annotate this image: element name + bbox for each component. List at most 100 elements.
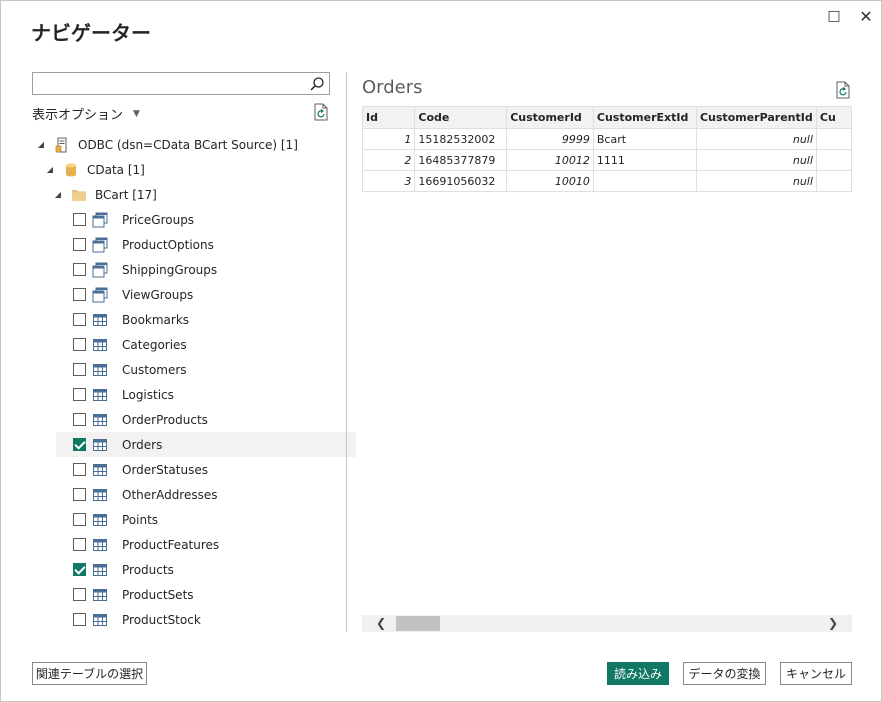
- item-checkbox[interactable]: [73, 288, 86, 301]
- tree-node-label: CData [1]: [87, 162, 145, 177]
- tree-item-label: Points: [122, 512, 159, 527]
- table-cell: 1111: [592, 149, 697, 171]
- tree-item-orders[interactable]: Orders: [56, 432, 356, 457]
- tree-node-database[interactable]: ◢ CData [1]: [45, 157, 145, 182]
- item-checkbox[interactable]: [73, 613, 86, 626]
- item-checkbox[interactable]: [73, 438, 86, 451]
- table-cell: 9999: [506, 128, 594, 150]
- preview-table: Id Code CustomerId CustomerExtId CustomerPar…: [362, 106, 852, 192]
- item-checkbox[interactable]: [73, 463, 86, 476]
- item-checkbox[interactable]: [73, 513, 86, 526]
- table-icon: [93, 438, 107, 451]
- item-checkbox[interactable]: [73, 213, 86, 226]
- tree-item-logistics[interactable]: Logistics: [56, 382, 356, 407]
- dialog-title: ナビゲーター: [31, 21, 151, 45]
- item-checkbox[interactable]: [73, 563, 86, 576]
- table-cell: [815, 149, 852, 171]
- tree-item-customers[interactable]: Customers: [56, 357, 356, 382]
- expand-arrow-icon[interactable]: ◢: [45, 165, 55, 174]
- tree-item-bookmarks[interactable]: Bookmarks: [56, 307, 356, 332]
- item-checkbox[interactable]: [73, 363, 86, 376]
- column-header[interactable]: Code: [414, 106, 508, 129]
- table-cell: 1: [362, 128, 416, 150]
- tree-item-categories[interactable]: Categories: [56, 332, 356, 357]
- column-header[interactable]: Cu: [815, 106, 852, 129]
- table-cell: [815, 128, 852, 150]
- panel-divider[interactable]: [346, 72, 347, 632]
- tree-item-otheraddresses[interactable]: OtherAddresses: [56, 482, 356, 507]
- tree-item-productoptions[interactable]: ProductOptions: [56, 232, 356, 257]
- expand-arrow-icon[interactable]: ◢: [53, 190, 63, 199]
- tree-item-orderproducts[interactable]: OrderProducts: [56, 407, 356, 432]
- display-options-dropdown[interactable]: 表示オプション ▼: [32, 104, 140, 123]
- related-tables-button[interactable]: 関連テーブルの選択: [32, 662, 147, 685]
- tree-item-viewgroups[interactable]: ViewGroups: [56, 282, 356, 307]
- tree-item-label: ProductStock: [122, 612, 201, 627]
- refresh-preview-icon[interactable]: [835, 81, 851, 99]
- tree-item-pricegroups[interactable]: PriceGroups: [56, 207, 356, 232]
- table-icon: [93, 488, 107, 501]
- display-options-label: 表示オプション: [32, 108, 124, 123]
- item-checkbox[interactable]: [73, 588, 86, 601]
- table-cell: 15182532002: [414, 128, 508, 150]
- horizontal-scrollbar[interactable]: ❮ ❯: [362, 615, 852, 632]
- item-checkbox[interactable]: [73, 313, 86, 326]
- item-checkbox[interactable]: [73, 388, 86, 401]
- item-checkbox[interactable]: [73, 538, 86, 551]
- scroll-right-icon[interactable]: ❯: [828, 616, 838, 630]
- view-icon: [92, 287, 108, 302]
- tree-node-source[interactable]: ◢ ODBC (dsn=CData BCart Source) [1]: [36, 132, 298, 157]
- scroll-thumb[interactable]: [396, 616, 440, 631]
- tree-node-schema[interactable]: ◢ BCart [17]: [53, 182, 157, 207]
- tree-item-label: Customers: [122, 362, 187, 377]
- view-icon: [92, 237, 108, 252]
- table-icon: [93, 538, 107, 551]
- column-header[interactable]: CustomerParentId: [695, 106, 817, 129]
- table-cell: null: [695, 149, 817, 171]
- navigator-dialog: □ ✕ ナビゲーター 表示オプション ▼ ◢ ODBC (dsn=CData B…: [0, 0, 882, 702]
- column-header[interactable]: CustomerId: [506, 106, 594, 129]
- table-cell: [815, 170, 852, 192]
- item-checkbox[interactable]: [73, 238, 86, 251]
- tree-item-orderstatuses[interactable]: OrderStatuses: [56, 457, 356, 482]
- column-header[interactable]: CustomerExtId: [592, 106, 697, 129]
- tree-item-label: OrderStatuses: [122, 462, 208, 477]
- table-icon: [93, 588, 107, 601]
- table-cell: 10010: [506, 170, 594, 192]
- tree-item-points[interactable]: Points: [56, 507, 356, 532]
- tree-item-productfeatures[interactable]: ProductFeatures: [56, 532, 356, 557]
- close-icon[interactable]: ✕: [856, 7, 876, 26]
- scroll-left-icon[interactable]: ❮: [376, 616, 386, 630]
- column-header[interactable]: Id: [362, 106, 416, 129]
- table-icon: [93, 338, 107, 351]
- table-cell: 3: [362, 170, 416, 192]
- table-row: 3 16691056032 10010 null: [362, 170, 852, 192]
- expand-arrow-icon[interactable]: ◢: [36, 140, 46, 149]
- server-icon: [55, 137, 67, 152]
- maximize-icon[interactable]: □: [824, 7, 844, 25]
- item-checkbox[interactable]: [73, 488, 86, 501]
- tree-item-productsets[interactable]: ProductSets: [56, 582, 356, 607]
- refresh-icon[interactable]: [313, 103, 329, 121]
- table-cell: [592, 170, 697, 192]
- tree-item-label: PriceGroups: [122, 212, 195, 227]
- tree-item-products[interactable]: Products: [56, 557, 356, 582]
- tree-item-label: ProductOptions: [122, 237, 214, 252]
- tree-item-label: ShippingGroups: [122, 262, 218, 277]
- item-checkbox[interactable]: [73, 263, 86, 276]
- tree-item-productstock[interactable]: ProductStock: [56, 607, 356, 632]
- table-icon: [93, 513, 107, 526]
- search-input[interactable]: [32, 72, 330, 95]
- item-checkbox[interactable]: [73, 338, 86, 351]
- table-row: 2 16485377879 10012 1111 null: [362, 149, 852, 171]
- search-icon[interactable]: [309, 76, 325, 92]
- preview-title: Orders: [362, 77, 423, 98]
- tree-item-shippinggroups[interactable]: ShippingGroups: [56, 257, 356, 282]
- chevron-down-icon: ▼: [133, 108, 140, 119]
- table-cell: Bcart: [592, 128, 697, 150]
- cancel-button[interactable]: キャンセル: [780, 662, 852, 685]
- load-button[interactable]: 読み込み: [607, 662, 669, 685]
- table-icon: [93, 613, 107, 626]
- item-checkbox[interactable]: [73, 413, 86, 426]
- transform-data-button[interactable]: データの変換: [683, 662, 766, 685]
